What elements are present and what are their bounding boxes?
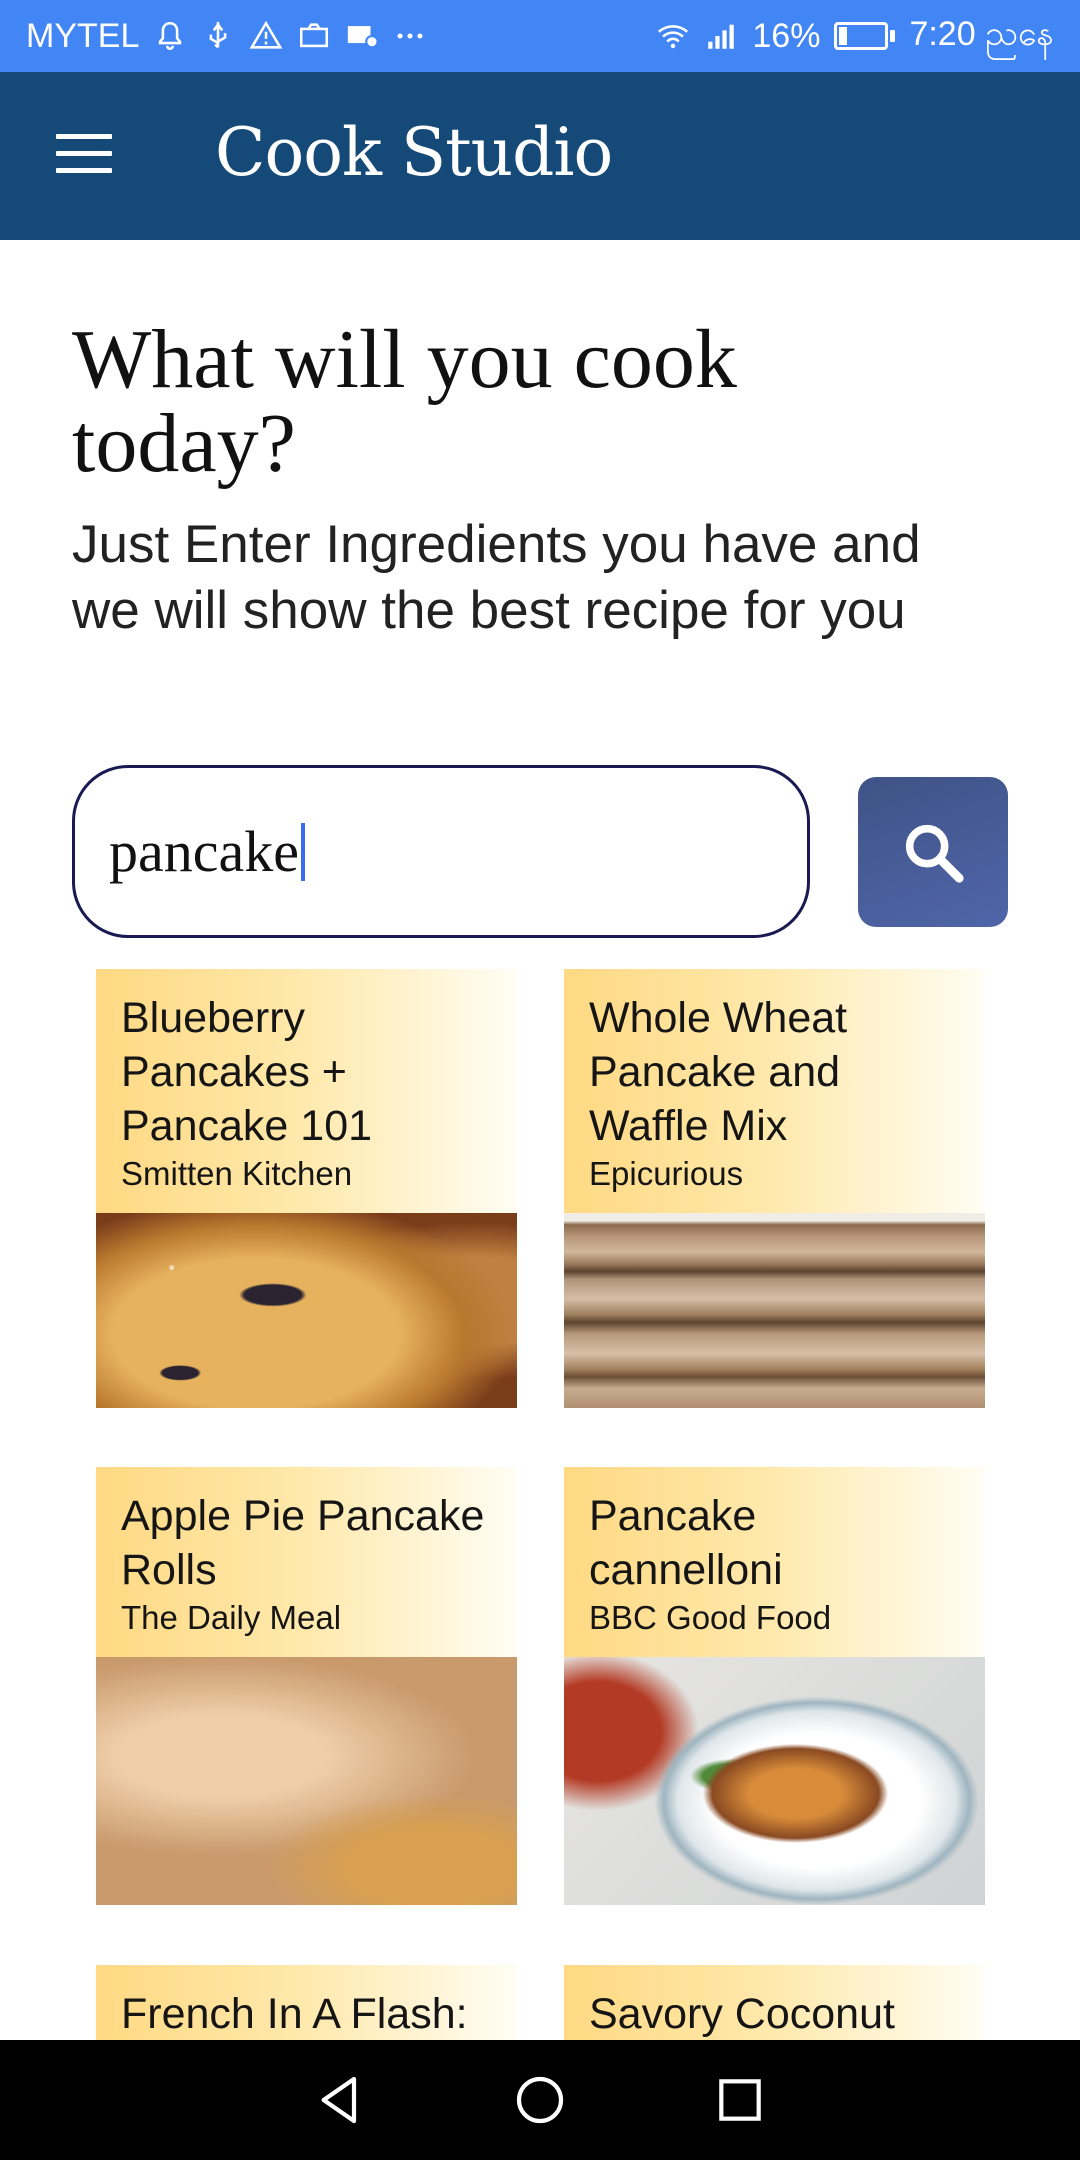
search-button[interactable]: [858, 777, 1008, 927]
notification-icon: [153, 19, 187, 53]
battery-level: [839, 27, 848, 45]
battery-percent: 16%: [752, 16, 821, 55]
status-left: MYTEL: [26, 17, 427, 56]
hero-title-line2: today?: [72, 397, 296, 490]
blueberry-pancake-photo: [96, 1213, 517, 1408]
wifi-icon: [656, 19, 690, 53]
crepe-rolls-photo: [96, 1657, 517, 1905]
recipe-title: Whole Wheat Pancake and Waffle Mix: [589, 994, 848, 1150]
search-icon: [905, 824, 964, 883]
back-icon: [321, 2076, 357, 2124]
cannelloni-plate-photo: [564, 1657, 985, 1905]
app-title: Cook Studio: [215, 114, 613, 191]
signal-icon: [704, 19, 738, 53]
warning-icon: [249, 19, 283, 53]
recipe-title: Blueberry Pancakes + Pancake 101: [121, 994, 373, 1150]
text-cursor: [300, 822, 305, 881]
recipe-source: Smitten Kitchen: [121, 1155, 353, 1192]
hero-title: What will you cook today?: [72, 318, 972, 486]
recipe-card[interactable]: Pancake cannelloni BBC Good Food: [564, 1467, 985, 1905]
home-button[interactable]: [508, 2068, 572, 2132]
recipe-card[interactable]: Apple Pie Pancake Rolls The Daily Meal: [96, 1467, 517, 1905]
recipe-source: The Daily Meal: [121, 1599, 342, 1636]
recipe-title: Pancake cannelloni: [589, 1492, 783, 1594]
recipe-card-header: Whole Wheat Pancake and Waffle Mix Epicu…: [564, 969, 985, 1213]
battery-icon: [834, 22, 896, 50]
more-icon: [393, 19, 427, 53]
menu-icon[interactable]: [56, 134, 112, 174]
clock: 7:20 ညနေ: [909, 14, 1054, 53]
recipe-title: Savory Coconut: [589, 1990, 895, 2038]
app-bar: Cook Studio: [0, 72, 1080, 240]
recipe-title: Apple Pie Pancake Rolls: [121, 1492, 485, 1594]
search-input[interactable]: pancake: [72, 765, 810, 938]
recipe-card[interactable]: Whole Wheat Pancake and Waffle Mix Epicu…: [564, 969, 985, 1408]
recipe-card-header: Pancake cannelloni BBC Good Food: [564, 1467, 985, 1657]
status-bar: MYTEL 16% 7:20 ညနေ: [0, 0, 1080, 72]
recipe-source: BBC Good Food: [589, 1599, 832, 1636]
cast-icon: [345, 19, 380, 53]
search-input-value: pancake: [109, 819, 299, 884]
status-right: 16% 7:20 ညနေ: [656, 11, 1054, 62]
recipe-title: French In A Flash:: [121, 1990, 468, 2038]
hero-subtitle-line1: Just Enter Ingredients you have and: [72, 515, 921, 574]
recipe-source: Epicurious: [589, 1155, 744, 1192]
recents-button[interactable]: [708, 2068, 772, 2132]
pancake-stack-photo: [564, 1213, 985, 1408]
recipe-card-header: Apple Pie Pancake Rolls The Daily Meal: [96, 1467, 517, 1657]
carrier-label: MYTEL: [26, 16, 140, 55]
recents-icon: [719, 2079, 761, 2121]
hero-subtitle-line2: we will show the best recipe for you: [72, 581, 906, 640]
screenshot-icon: [297, 19, 331, 53]
recipe-card-header: Blueberry Pancakes + Pancake 101 Smitten…: [96, 969, 517, 1213]
hero-title-line1: What will you cook: [72, 313, 737, 406]
system-nav-bar: [0, 2040, 1080, 2160]
back-button[interactable]: [308, 2068, 372, 2132]
usb-icon: [201, 19, 235, 53]
home-icon: [516, 2076, 564, 2124]
recipe-card[interactable]: Blueberry Pancakes + Pancake 101 Smitten…: [96, 969, 517, 1408]
hero-subtitle: Just Enter Ingredients you have and we w…: [72, 512, 972, 644]
